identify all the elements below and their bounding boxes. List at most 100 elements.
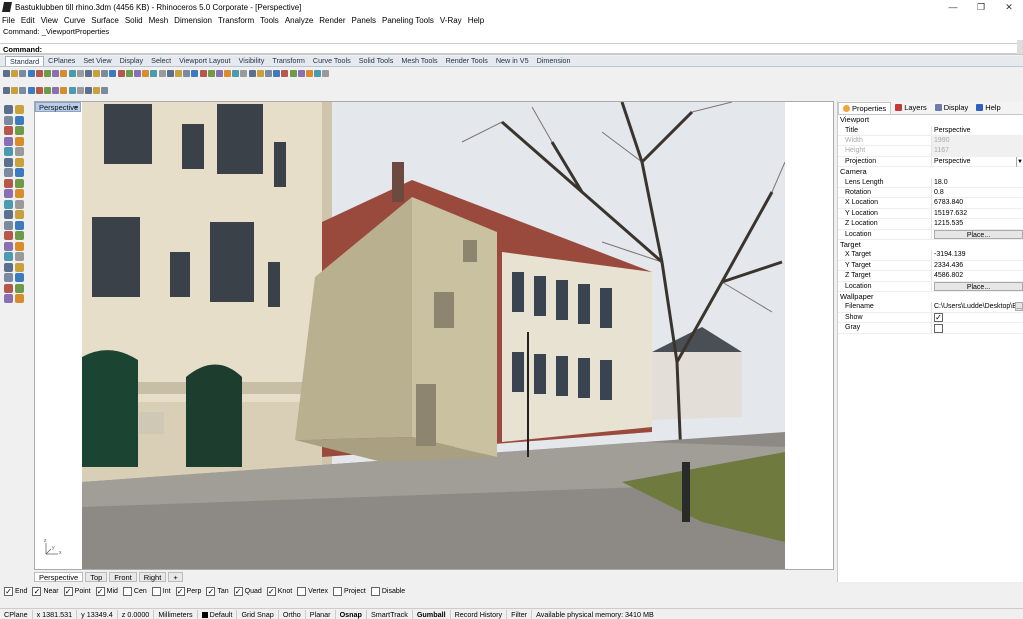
osnap-project-checkbox[interactable] [333, 587, 343, 596]
osnap-perp[interactable]: ✓ Perp [175, 587, 201, 596]
menu-file[interactable]: File [2, 16, 15, 25]
modeling-tool-icon[interactable] [15, 136, 24, 146]
panel-tab-properties[interactable]: Properties [838, 101, 892, 114]
modeling-tool-icon[interactable] [4, 283, 13, 293]
current-layer[interactable]: Default [198, 609, 238, 619]
modeling-tool-icon[interactable] [4, 252, 13, 261]
osnap-cen[interactable]: Cen [122, 587, 147, 596]
menu-edit[interactable]: Edit [21, 16, 35, 25]
tab-viewport-layout[interactable]: Viewport Layout [175, 56, 234, 66]
standard-tool-icon[interactable] [117, 70, 125, 77]
standard-tool-icon[interactable] [273, 70, 281, 77]
render-tool-icon[interactable] [93, 87, 101, 94]
modeling-tool-icon[interactable] [15, 273, 24, 282]
osnap-vertex[interactable]: Vertex [297, 587, 328, 596]
lens-length-field[interactable]: 18.0 [931, 177, 1023, 187]
modeling-tool-icon[interactable] [15, 147, 24, 156]
modeling-tool-icon[interactable] [15, 126, 24, 135]
menu-solid[interactable]: Solid [125, 16, 143, 25]
smarttrack-toggle[interactable]: SmartTrack [367, 609, 413, 619]
menu-help[interactable]: Help [468, 16, 484, 25]
standard-tool-icon[interactable] [150, 70, 158, 77]
osnap-vertex-checkbox[interactable] [297, 587, 307, 596]
standard-tool-icon[interactable] [215, 70, 223, 77]
modeling-tool-icon[interactable] [15, 178, 24, 188]
render-tool-icon[interactable] [3, 87, 10, 94]
standard-tool-icon[interactable] [134, 70, 141, 77]
planar-toggle[interactable]: Planar [306, 609, 336, 619]
render-tool-icon[interactable] [101, 87, 109, 94]
grid-snap-toggle[interactable]: Grid Snap [237, 609, 279, 619]
osnap-quad-checkbox[interactable]: ✓ [233, 587, 243, 596]
close-button[interactable]: ✕ [995, 0, 1023, 14]
y-target-field[interactable]: 2334.436 [931, 260, 1023, 271]
standard-tool-icon[interactable] [125, 70, 133, 77]
view-tab-top[interactable]: Top [85, 572, 108, 582]
restore-button[interactable]: ❐ [967, 0, 995, 14]
show-checkbox[interactable]: ✓ [934, 313, 943, 323]
render-tool-icon[interactable] [19, 87, 27, 94]
menu-tools[interactable]: Tools [260, 16, 279, 25]
ortho-toggle[interactable]: Ortho [279, 609, 306, 619]
modeling-tool-icon[interactable] [15, 168, 24, 177]
osnap-disable[interactable]: Disable [370, 587, 405, 596]
osnap-quad[interactable]: ✓ Quad [233, 587, 262, 596]
standard-tool-icon[interactable] [232, 70, 240, 77]
menu-analyze[interactable]: Analyze [285, 16, 313, 25]
modeling-tool-icon[interactable] [15, 189, 24, 198]
osnap-disable-checkbox[interactable] [370, 587, 380, 596]
standard-tool-icon[interactable] [142, 70, 150, 77]
x-target-field[interactable]: -3194.139 [931, 250, 1023, 260]
modeling-tool-icon[interactable] [4, 273, 13, 282]
tab-curve-tools[interactable]: Curve Tools [309, 56, 355, 66]
target-place-button[interactable]: Place... [934, 282, 1023, 292]
osnap-knot-checkbox[interactable]: ✓ [266, 587, 276, 596]
standard-tool-icon[interactable] [27, 70, 35, 77]
camera-place-button[interactable]: Place... [934, 230, 1023, 240]
modeling-tool-icon[interactable] [4, 231, 13, 240]
osnap-tan-checkbox[interactable]: ✓ [206, 587, 216, 596]
render-tool-icon[interactable] [11, 87, 19, 94]
standard-tool-icon[interactable] [289, 70, 297, 77]
add-view-tab-button[interactable]: + [168, 572, 183, 582]
standard-tool-icon[interactable] [158, 70, 166, 77]
osnap-knot[interactable]: ✓ Knot [266, 587, 292, 596]
standard-tool-icon[interactable] [68, 70, 76, 77]
osnap-point[interactable]: ✓ Point [63, 587, 91, 596]
osnap-toggle[interactable]: Osnap [336, 609, 367, 619]
modeling-tool-icon[interactable] [15, 231, 24, 240]
standard-tool-icon[interactable] [76, 70, 84, 77]
standard-tool-icon[interactable] [166, 70, 174, 77]
modeling-tool-icon[interactable] [4, 168, 13, 177]
menu-paneling-tools[interactable]: Paneling Tools [382, 16, 434, 25]
modeling-tool-icon[interactable] [4, 262, 13, 272]
tab-select[interactable]: Select [147, 56, 175, 66]
modeling-tool-icon[interactable] [15, 252, 24, 261]
view-tab-perspective[interactable]: Perspective [34, 572, 84, 582]
menu-panels[interactable]: Panels [352, 16, 376, 25]
record-history-toggle[interactable]: Record History [451, 609, 508, 619]
modeling-tool-icon[interactable] [4, 199, 13, 209]
viewport-title-tab[interactable]: Perspective [35, 102, 81, 112]
menu-mesh[interactable]: Mesh [149, 16, 169, 25]
menu-dimension[interactable]: Dimension [174, 16, 212, 25]
modeling-tool-icon[interactable] [15, 115, 24, 125]
view-tab-front[interactable]: Front [109, 572, 137, 582]
standard-tool-icon[interactable] [19, 70, 27, 77]
osnap-int[interactable]: Int [151, 587, 171, 596]
modeling-tool-icon[interactable] [4, 147, 13, 156]
osnap-end[interactable]: ✓ End [4, 587, 27, 596]
osnap-end-checkbox[interactable]: ✓ [4, 587, 13, 596]
modeling-tool-icon[interactable] [4, 126, 13, 135]
z-target-field[interactable]: 4586.802 [931, 271, 1023, 281]
command-prompt[interactable]: Command: [0, 43, 1023, 54]
standard-tool-icon[interactable] [60, 70, 68, 77]
standard-tool-icon[interactable] [174, 70, 182, 77]
command-scrollbar[interactable] [1017, 40, 1023, 54]
title-field[interactable]: Perspective [931, 125, 1023, 135]
standard-tool-icon[interactable] [297, 70, 305, 77]
modeling-tool-icon[interactable] [15, 157, 24, 167]
filename-field[interactable]: C:\Users\Ludde\Desktop\B... [931, 302, 1023, 312]
modeling-tool-icon[interactable] [15, 262, 24, 272]
modeling-tool-icon[interactable] [4, 105, 13, 114]
